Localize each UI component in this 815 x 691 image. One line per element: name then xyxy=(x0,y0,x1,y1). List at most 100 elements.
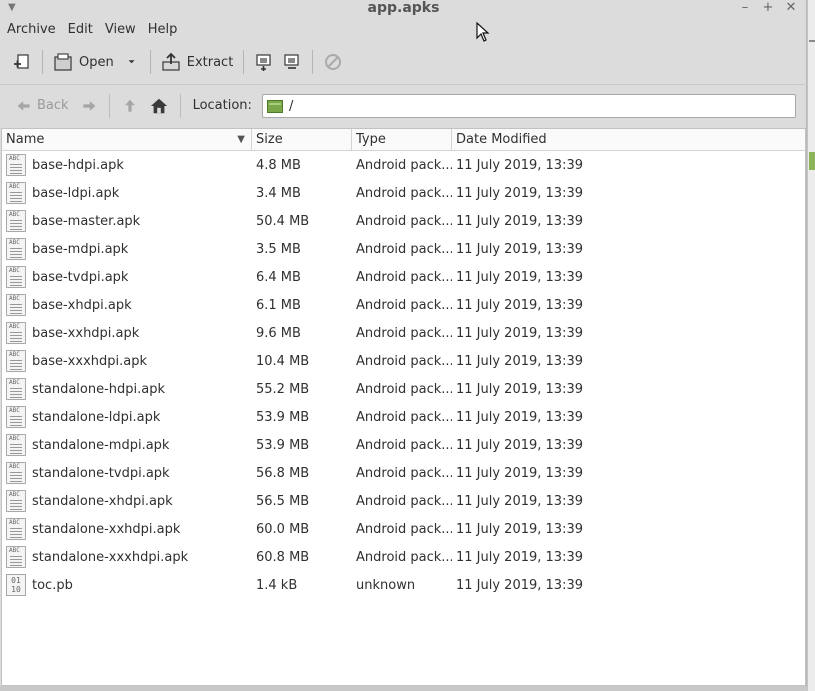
file-type: Android pack... xyxy=(356,185,452,201)
file-size: 55.2 MB xyxy=(256,381,310,397)
file-type: Android pack... xyxy=(356,493,452,509)
file-name: base-mdpi.apk xyxy=(32,241,129,257)
back-button[interactable]: Back xyxy=(10,92,75,120)
stop-icon xyxy=(325,54,342,70)
background-window-edge xyxy=(807,0,815,691)
open-recent-dropdown[interactable] xyxy=(118,46,144,78)
text-line xyxy=(10,307,22,308)
text-line xyxy=(10,481,22,482)
extract-files-button[interactable] xyxy=(278,46,306,78)
file-size: 10.4 MB xyxy=(256,353,310,369)
text-glyph: ABC xyxy=(9,519,20,526)
text-glyph: ABC xyxy=(9,407,20,414)
text-line xyxy=(10,472,22,473)
table-row[interactable]: ABC standalone-ldpi.apk 53.9 MB Android pac… xyxy=(2,403,805,431)
background-divider xyxy=(809,40,815,42)
folder-icon xyxy=(267,100,283,113)
table-row[interactable]: ABC base-tvdpi.apk 6.4 MB Android pack... 11… xyxy=(2,263,805,291)
file-name: standalone-tvdpi.apk xyxy=(32,465,170,481)
forward-button[interactable] xyxy=(75,92,103,120)
file-date: 11 July 2019, 13:39 xyxy=(456,213,583,229)
file-size: 9.6 MB xyxy=(256,325,301,341)
text-file-icon: ABC xyxy=(6,238,26,260)
title-bar[interactable]: ▼ app.apks – + ✕ xyxy=(0,0,807,18)
column-header-name[interactable]: Name ▼ xyxy=(2,129,252,150)
text-line xyxy=(10,167,22,168)
file-name: base-hdpi.apk xyxy=(32,157,124,173)
text-line xyxy=(10,198,22,199)
menu-view[interactable]: View xyxy=(105,19,142,41)
file-date: 11 July 2019, 13:39 xyxy=(456,577,583,593)
file-size: 50.4 MB xyxy=(256,213,310,229)
table-row[interactable]: ABC standalone-xxxhdpi.apk 60.8 MB Android … xyxy=(2,543,805,571)
text-file-icon: ABC xyxy=(6,378,26,400)
file-size: 4.8 MB xyxy=(256,157,301,173)
text-line xyxy=(10,444,22,445)
file-name: standalone-hdpi.apk xyxy=(32,381,166,397)
background-highlight xyxy=(809,152,815,170)
home-button[interactable] xyxy=(144,92,174,120)
text-glyph: ABC xyxy=(9,351,20,358)
file-name: base-xxxhdpi.apk xyxy=(32,353,147,369)
file-type: Android pack... xyxy=(356,353,452,369)
toolbar: Open Extract xyxy=(0,42,807,82)
table-row[interactable]: ABC standalone-xhdpi.apk 56.5 MB Android pa… xyxy=(2,487,805,515)
table-row[interactable]: ABC base-xxxhdpi.apk 10.4 MB Android pack..… xyxy=(2,347,805,375)
file-name: base-xhdpi.apk xyxy=(32,297,132,313)
table-row[interactable]: ABC standalone-hdpi.apk 55.2 MB Android pac… xyxy=(2,375,805,403)
new-archive-icon xyxy=(14,54,29,69)
file-name: base-xxhdpi.apk xyxy=(32,325,140,341)
text-line xyxy=(10,195,22,196)
text-line xyxy=(10,531,22,532)
text-line xyxy=(10,164,22,165)
file-name-cell: ABC base-master.apk xyxy=(2,210,252,232)
text-line xyxy=(10,475,22,476)
nav-separator xyxy=(108,93,110,118)
table-row[interactable]: ABC standalone-tvdpi.apk 56.8 MB Android pa… xyxy=(2,459,805,487)
binary-glyph: 10 xyxy=(11,585,21,594)
file-type: Android pack... xyxy=(356,381,452,397)
text-line xyxy=(10,201,22,202)
toolbar-separator xyxy=(312,50,314,74)
file-list[interactable]: Name ▼ Size Type Date Modified ABC base-h… xyxy=(1,128,806,686)
table-row[interactable]: ABC base-xhdpi.apk 6.1 MB Android pack... 11… xyxy=(2,291,805,319)
open-button[interactable]: Open xyxy=(49,46,118,78)
column-header-size[interactable]: Size xyxy=(252,129,352,150)
stop-button[interactable] xyxy=(319,46,347,78)
table-row[interactable]: ABC base-ldpi.apk 3.4 MB Android pack... 11 … xyxy=(2,179,805,207)
table-row[interactable]: ABC base-mdpi.apk 3.5 MB Android pack... 11 … xyxy=(2,235,805,263)
column-header-type[interactable]: Type xyxy=(352,129,452,150)
table-row[interactable]: ABC base-xxhdpi.apk 9.6 MB Android pack... 1… xyxy=(2,319,805,347)
file-name-cell: ABC base-tvdpi.apk xyxy=(2,266,252,288)
file-size: 6.1 MB xyxy=(256,297,301,313)
location-input[interactable]: / xyxy=(262,94,796,118)
extract-button[interactable]: Extract xyxy=(157,46,238,78)
text-line xyxy=(10,562,22,563)
text-line xyxy=(10,559,22,560)
file-name: base-master.apk xyxy=(32,213,141,229)
text-glyph: ABC xyxy=(9,211,20,218)
text-line xyxy=(10,416,22,417)
maximize-icon[interactable]: + xyxy=(760,0,776,16)
menu-help[interactable]: Help xyxy=(148,19,184,41)
add-files-button[interactable] xyxy=(250,46,278,78)
table-row[interactable]: ABC base-master.apk 50.4 MB Android pack...… xyxy=(2,207,805,235)
text-line xyxy=(10,310,22,311)
text-glyph: ABC xyxy=(9,491,20,498)
table-row[interactable]: 01 10 toc.pb 1.4 kB unknown 11 July 2019, 13:… xyxy=(2,571,805,599)
up-button[interactable] xyxy=(116,92,144,120)
table-row[interactable]: ABC base-hdpi.apk 4.8 MB Android pack... 11 … xyxy=(2,151,805,179)
table-row[interactable]: ABC standalone-mdpi.apk 53.9 MB Android pac… xyxy=(2,431,805,459)
table-row[interactable]: ABC standalone-xxhdpi.apk 60.0 MB Android p… xyxy=(2,515,805,543)
menu-archive[interactable]: Archive xyxy=(7,19,62,41)
column-header-date[interactable]: Date Modified xyxy=(452,129,804,150)
new-archive-button[interactable] xyxy=(8,46,36,78)
text-line xyxy=(10,366,22,367)
menu-edit[interactable]: Edit xyxy=(68,19,99,41)
text-line xyxy=(10,173,22,174)
text-file-icon: ABC xyxy=(6,546,26,568)
text-file-icon: ABC xyxy=(6,294,26,316)
minimize-icon[interactable]: – xyxy=(737,0,753,16)
file-date: 11 July 2019, 13:39 xyxy=(456,381,583,397)
close-icon[interactable]: ✕ xyxy=(783,0,799,16)
